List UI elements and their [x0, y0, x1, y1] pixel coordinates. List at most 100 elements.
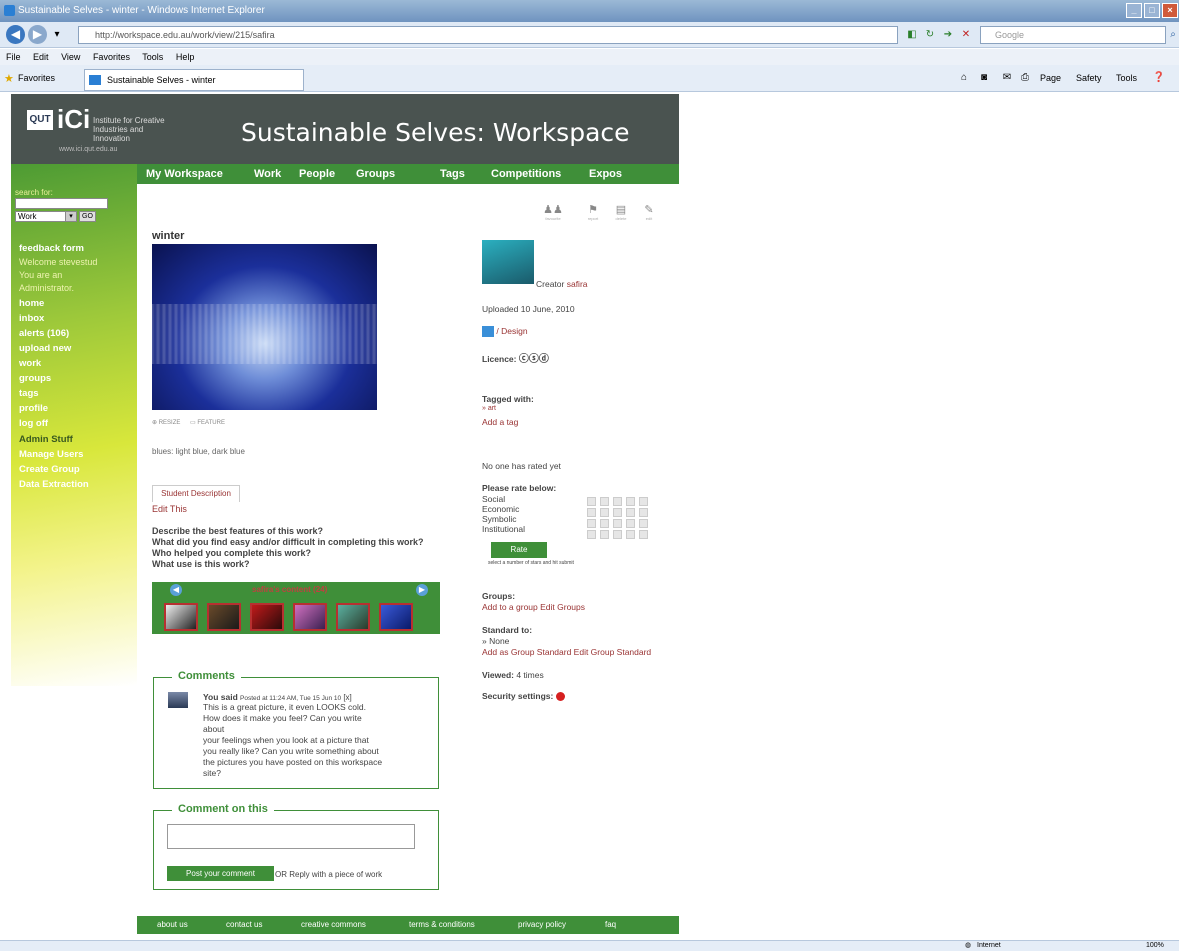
- sidebar-item-logoff[interactable]: log off: [19, 418, 48, 429]
- tab-student-description[interactable]: Student Description: [152, 485, 240, 502]
- rating-star-slot[interactable]: [639, 497, 648, 506]
- rating-star-slot[interactable]: [600, 497, 609, 506]
- dropdown-arrow-icon[interactable]: ▾: [50, 28, 64, 42]
- safety-menu[interactable]: Safety: [1076, 73, 1102, 83]
- rating-star-slot[interactable]: [639, 508, 648, 517]
- data-extraction-link[interactable]: Data Extraction: [19, 479, 89, 490]
- browser-search-input[interactable]: Google: [980, 26, 1166, 44]
- rating-star-slot[interactable]: [587, 497, 596, 506]
- carousel-thumbnail[interactable]: [293, 603, 327, 631]
- rating-star-slot[interactable]: [613, 508, 622, 517]
- rating-star-slot[interactable]: [626, 530, 635, 539]
- search-icon[interactable]: ⌕: [1166, 28, 1179, 42]
- avatar[interactable]: [168, 692, 188, 708]
- sidebar-item-profile[interactable]: profile: [19, 403, 48, 414]
- favorites-button[interactable]: Favorites: [18, 73, 55, 83]
- resize-label[interactable]: RESIZE: [159, 420, 181, 426]
- rating-star-slot[interactable]: [587, 508, 596, 517]
- help-icon[interactable]: ❓: [1152, 71, 1166, 85]
- carousel-prev-icon[interactable]: ◀: [170, 584, 182, 596]
- rating-star-slot[interactable]: [626, 497, 635, 506]
- sidebar-item-home[interactable]: home: [19, 298, 44, 309]
- carousel-thumbnail[interactable]: [250, 603, 284, 631]
- creator-avatar[interactable]: [482, 240, 534, 284]
- creative-commons-icon[interactable]: ⓒⓢⓓ: [519, 354, 549, 365]
- rating-star-slot[interactable]: [626, 519, 635, 528]
- report-icon[interactable]: ⚑ report: [583, 203, 603, 221]
- comment-textarea[interactable]: [167, 824, 415, 849]
- feature-label[interactable]: FEATURE: [197, 420, 225, 426]
- close-window-button[interactable]: ×: [1162, 3, 1178, 18]
- browser-tab[interactable]: Sustainable Selves - winter: [84, 69, 304, 91]
- rating-star-slot[interactable]: [613, 519, 622, 528]
- refresh-icon[interactable]: ↻: [923, 28, 937, 42]
- site-search-input[interactable]: [15, 198, 108, 209]
- page-menu[interactable]: Page: [1040, 73, 1061, 83]
- rating-star-slot[interactable]: [613, 497, 622, 506]
- rating-star-slot[interactable]: [639, 519, 648, 528]
- sidebar-item-alerts[interactable]: alerts (106): [19, 328, 69, 339]
- menu-tools[interactable]: Tools: [142, 52, 163, 62]
- nav-people[interactable]: People: [299, 164, 335, 184]
- go-icon[interactable]: ➔: [941, 28, 955, 42]
- carousel-next-icon[interactable]: ▶: [416, 584, 428, 596]
- carousel-thumbnail[interactable]: [164, 603, 198, 631]
- sidebar-item-tags[interactable]: tags: [19, 388, 39, 399]
- nav-tags[interactable]: Tags: [440, 164, 465, 184]
- category-link[interactable]: / Design: [496, 326, 527, 336]
- zoom-level[interactable]: 100%: [1146, 941, 1164, 951]
- footer-faq-link[interactable]: faq: [605, 916, 616, 934]
- feeds-icon[interactable]: ◙: [977, 71, 991, 85]
- tools-menu[interactable]: Tools: [1116, 73, 1137, 83]
- sidebar-item-work[interactable]: work: [19, 358, 41, 369]
- design-category-icon[interactable]: [482, 326, 494, 338]
- security-status-icon[interactable]: [555, 692, 565, 702]
- print-icon[interactable]: ⎙: [1018, 71, 1032, 85]
- back-button[interactable]: ◀: [6, 25, 25, 44]
- artwork-image[interactable]: [152, 244, 377, 410]
- manage-users-link[interactable]: Manage Users: [19, 449, 83, 460]
- footer-privacy-link[interactable]: privacy policy: [518, 916, 566, 934]
- stop-icon[interactable]: ✕: [959, 28, 973, 42]
- home-icon[interactable]: ⌂: [957, 71, 971, 85]
- footer-terms-link[interactable]: terms & conditions: [409, 916, 475, 934]
- groups-links[interactable]: Add to a group Edit Groups: [482, 602, 585, 612]
- creator-link[interactable]: safira: [567, 279, 588, 289]
- footer-contact-link[interactable]: contact us: [226, 916, 262, 934]
- nav-work[interactable]: Work: [254, 164, 281, 184]
- carousel-thumbnail[interactable]: [207, 603, 241, 631]
- mail-icon[interactable]: ✉: [1000, 71, 1014, 85]
- rating-star-slot[interactable]: [600, 519, 609, 528]
- sidebar-item-groups[interactable]: groups: [19, 373, 51, 384]
- comment-delete-button[interactable]: [x]: [343, 693, 351, 702]
- ici-logo[interactable]: iCi: [57, 104, 90, 135]
- search-go-button[interactable]: GO: [79, 211, 96, 222]
- rating-star-slot[interactable]: [639, 530, 648, 539]
- add-tag-link[interactable]: Add a tag: [482, 417, 518, 427]
- carousel-thumbnail[interactable]: [379, 603, 413, 631]
- qut-logo[interactable]: QUT: [27, 110, 53, 130]
- forward-button[interactable]: ▶: [28, 25, 47, 44]
- create-group-link[interactable]: Create Group: [19, 464, 80, 475]
- edit-this-link[interactable]: Edit This: [152, 504, 187, 514]
- rating-star-slot[interactable]: [587, 519, 596, 528]
- sidebar-item-inbox[interactable]: inbox: [19, 313, 44, 324]
- carousel-title[interactable]: safira's content (24): [252, 585, 327, 594]
- footer-about-link[interactable]: about us: [157, 916, 188, 934]
- resize-icon[interactable]: ⊕: [152, 420, 159, 426]
- menu-help[interactable]: Help: [176, 52, 195, 62]
- menu-view[interactable]: View: [61, 52, 80, 62]
- rating-star-slot[interactable]: [600, 508, 609, 517]
- tag-link[interactable]: » art: [482, 405, 496, 412]
- menu-edit[interactable]: Edit: [33, 52, 49, 62]
- delete-icon[interactable]: ▤ delete: [611, 203, 631, 221]
- carousel-thumbnail[interactable]: [336, 603, 370, 631]
- post-comment-button[interactable]: Post your comment: [167, 866, 274, 881]
- rate-button[interactable]: Rate: [491, 542, 547, 558]
- nav-competitions[interactable]: Competitions: [491, 164, 561, 184]
- maximize-button[interactable]: □: [1144, 3, 1160, 18]
- menu-favorites[interactable]: Favorites: [93, 52, 130, 62]
- edit-icon[interactable]: ✎ edit: [639, 203, 659, 221]
- nav-my-workspace[interactable]: My Workspace: [146, 164, 223, 184]
- nav-expos[interactable]: Expos: [589, 164, 622, 184]
